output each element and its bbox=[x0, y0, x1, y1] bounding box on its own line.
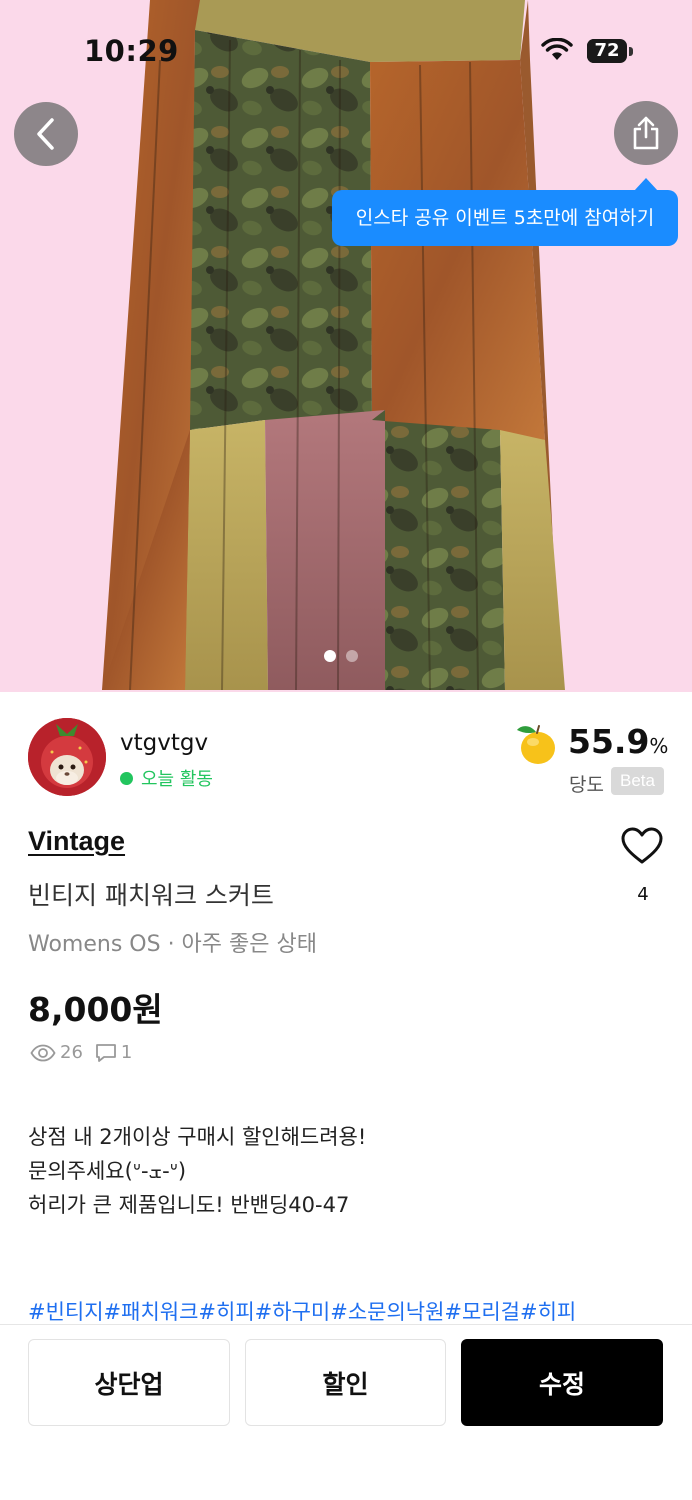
fruit-icon bbox=[517, 725, 555, 764]
image-pagination bbox=[324, 650, 358, 662]
eye-icon bbox=[30, 1044, 56, 1061]
seller-activity: 오늘 활동 bbox=[120, 765, 213, 791]
activity-label: 오늘 활동 bbox=[141, 769, 213, 790]
sweetness-unit: % bbox=[649, 734, 669, 758]
comment-count: 1 bbox=[120, 1042, 133, 1063]
heart-icon[interactable] bbox=[620, 826, 664, 866]
battery-percent: 72 bbox=[594, 40, 620, 61]
product-description: 상점 내 2개이상 구매시 할인해드려용! 문의주세요(ᐡ-ܫ-ᐡ) 허리가 큰… bbox=[28, 1120, 366, 1222]
bottom-action-bar: 상단업 할인 수정 bbox=[0, 1324, 692, 1500]
description-line: 상점 내 2개이상 구매시 할인해드려용! bbox=[28, 1125, 367, 1149]
description-line: 허리가 큰 제품입니도! 반밴딩40-47 bbox=[28, 1193, 350, 1217]
edit-button[interactable]: 수정 bbox=[461, 1339, 663, 1426]
sweetness-label: 당도 bbox=[569, 774, 604, 796]
pagination-dot-active bbox=[324, 650, 336, 662]
avatar-image bbox=[28, 718, 106, 796]
product-tags[interactable]: #빈티지#패치워크#히피#하구미#소문의낙원#모리걸#히피 bbox=[28, 1296, 668, 1324]
product-meta: Womens OS · 아주 좋은 상태 bbox=[28, 932, 317, 957]
chevron-left-icon bbox=[37, 118, 54, 150]
product-stats: 26 1 bbox=[30, 1042, 144, 1063]
skirt-photo bbox=[102, 0, 565, 691]
battery-cap bbox=[629, 47, 633, 56]
wifi-icon bbox=[541, 38, 573, 60]
share-button[interactable] bbox=[614, 101, 678, 165]
sweetness-score: 55.9% bbox=[568, 722, 668, 761]
product-title: 빈티지 패치워크 스커트 bbox=[28, 881, 274, 910]
back-button[interactable] bbox=[14, 102, 78, 166]
view-count: 26 bbox=[60, 1042, 83, 1063]
seller-name[interactable]: vtgvtgv bbox=[120, 730, 208, 756]
comment-icon bbox=[96, 1043, 116, 1062]
product-price: 8,000원 bbox=[28, 990, 163, 1029]
share-event-tooltip[interactable]: 인스타 공유 이벤트 5초만에 참여하기 bbox=[332, 190, 678, 246]
status-time: 10:29 bbox=[84, 34, 179, 68]
activity-dot-icon bbox=[120, 771, 133, 785]
brand-link[interactable]: Vintage bbox=[28, 826, 125, 857]
seller-avatar[interactable] bbox=[28, 718, 106, 796]
sweetness-value: 55.9 bbox=[568, 722, 650, 761]
description-line: 문의주세요(ᐡ-ܫ-ᐡ) bbox=[28, 1159, 187, 1183]
discount-button[interactable]: 할인 bbox=[245, 1339, 446, 1426]
battery-icon: 72 bbox=[587, 39, 627, 63]
bump-button[interactable]: 상단업 bbox=[28, 1339, 230, 1426]
product-image[interactable] bbox=[0, 0, 692, 692]
share-icon bbox=[633, 116, 659, 150]
like-count: 4 bbox=[637, 884, 649, 905]
pagination-dot bbox=[346, 650, 358, 662]
beta-badge: Beta bbox=[611, 767, 664, 795]
status-bar: 10:29 72 bbox=[0, 0, 692, 100]
